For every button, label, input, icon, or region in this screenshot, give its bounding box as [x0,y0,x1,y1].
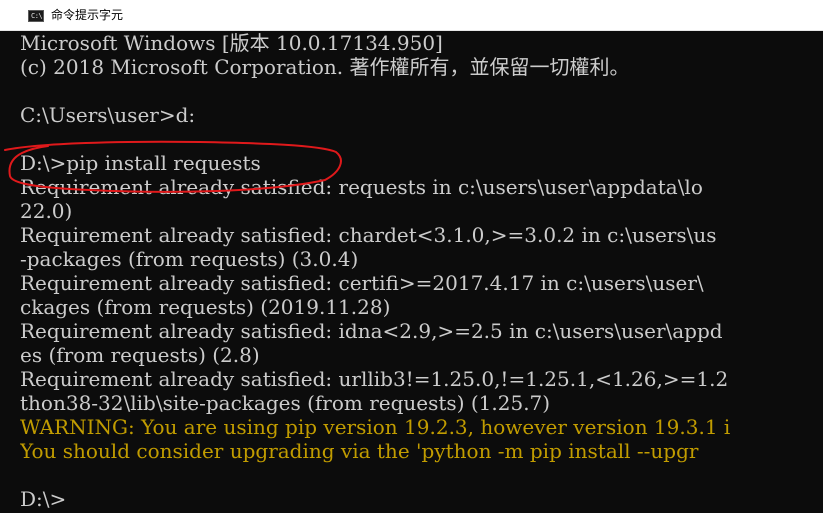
console-line: (c) 2018 Microsoft Corporation. 著作權所有，並保… [20,55,630,79]
console-line: You should consider upgrading via the 'p… [20,439,699,463]
console-window-icon[interactable]: C:\ [28,10,44,22]
console-line: Microsoft Windows [版本 10.0.17134.950] [20,31,443,55]
console-line: WARNING: You are using pip version 19.2.… [20,415,731,439]
console-line: Requirement already satisfied: requests … [20,175,703,199]
title-bar[interactable]: C:\ 命令提示字元 [0,0,823,31]
console-line: D:\>pip install requests [20,151,261,175]
console-line: -packages (from requests) (3.0.4) [20,247,359,271]
console-line: Requirement already satisfied: idna<2.9,… [20,319,723,343]
console-line: es (from requests) (2.8) [20,343,260,367]
console-output[interactable]: Microsoft Windows [版本 10.0.17134.950] (c)… [20,31,823,513]
window-title: 命令提示字元 [51,8,124,22]
console-line: Requirement already satisfied: certifi>=… [20,271,704,295]
console-line: Requirement already satisfied: urllib3!=… [20,367,729,391]
console-line: D:\> [20,487,67,511]
console-line: Requirement already satisfied: chardet<3… [20,223,717,247]
console-window-icon-label: C:\ [31,12,43,20]
console-line: C:\Users\user>d: [20,103,196,127]
console-line: thon38-32\lib\site-packages (from reques… [20,391,551,415]
console-line: 22.0) [20,199,73,223]
console-line: ckages (from requests) (2019.11.28) [20,295,391,319]
command-prompt-window: C:\ 命令提示字元 Microsoft Windows [版本 10.0.17… [0,0,823,513]
